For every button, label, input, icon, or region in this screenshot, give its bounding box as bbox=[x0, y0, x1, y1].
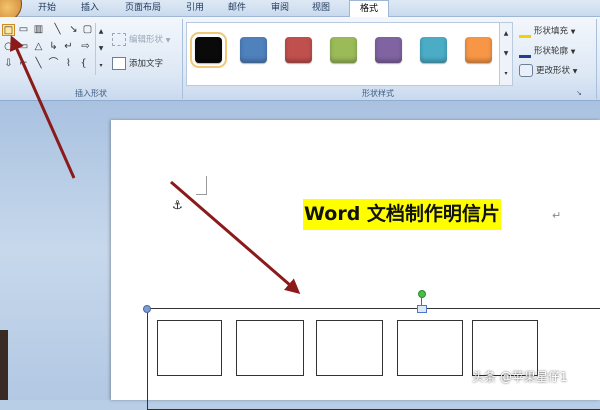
resize-handle-top[interactable] bbox=[417, 305, 427, 313]
style-swatch-orange[interactable] bbox=[465, 37, 492, 63]
ribbon-tab-bar: 开始 插入 页面布局 引用 邮件 审阅 视图 格式 bbox=[0, 0, 600, 22]
shape-arrow-line[interactable]: ↘ bbox=[67, 24, 80, 36]
shape-outline-button[interactable]: 形状轮廓 ▼ bbox=[519, 44, 575, 58]
shape-right-arrow[interactable]: ⇨ bbox=[79, 41, 92, 53]
anchor-icon: ⚓ bbox=[172, 198, 183, 212]
shape-line[interactable]: ╲ bbox=[51, 24, 64, 36]
change-shape-button[interactable]: 更改形状 ▼ bbox=[519, 64, 577, 78]
shape-oval[interactable]: ○ bbox=[2, 41, 15, 53]
document-title[interactable]: Word 文档制作明信片 bbox=[303, 199, 501, 230]
shape-fill-button[interactable]: 形状填充 ▼ bbox=[519, 24, 575, 38]
shape-styles-group-label: 形状样式 bbox=[362, 89, 394, 98]
tab-home[interactable]: 开始 bbox=[32, 0, 62, 16]
rotate-handle[interactable] bbox=[418, 290, 426, 298]
dialog-launcher-icon[interactable]: ↘ bbox=[576, 86, 582, 100]
style-swatch-green[interactable] bbox=[330, 37, 357, 63]
shape-elbow-arrow[interactable]: ↵ bbox=[62, 41, 75, 53]
paragraph-mark: ↵ bbox=[552, 209, 562, 222]
group-divider bbox=[182, 19, 183, 99]
chevron-down-icon: ▼ bbox=[572, 68, 578, 75]
gallery-more-icon[interactable]: ▾ bbox=[96, 57, 106, 74]
shape-rect-2[interactable]: ▢ bbox=[81, 24, 94, 36]
pen-icon bbox=[519, 44, 531, 58]
scroll-up-icon[interactable]: ▲ bbox=[500, 25, 512, 42]
style-swatch-purple[interactable] bbox=[375, 37, 402, 63]
ribbon: □ ▭ ▥ ╲ ↘ ▢ ○ ▭ △ ↳ ↵ ⇨ ⇩ ⌐ ╲ ⌒ ⌇ { ▲ ▼ … bbox=[0, 17, 600, 101]
shape-arc[interactable]: ⌒ bbox=[47, 58, 60, 70]
shape-bracket[interactable]: ⌐ bbox=[17, 58, 30, 70]
tab-references[interactable]: 引用 bbox=[180, 0, 210, 16]
shape-vertical-textbox[interactable]: ▥ bbox=[32, 24, 45, 36]
shape-down-arrow[interactable]: ⇩ bbox=[2, 58, 15, 70]
style-swatch-black[interactable] bbox=[190, 32, 227, 68]
tab-view[interactable]: 视图 bbox=[306, 0, 336, 16]
shape-textbox[interactable]: ▭ bbox=[17, 24, 30, 36]
style-swatch-aqua[interactable] bbox=[420, 37, 447, 63]
edit-shape-icon bbox=[112, 33, 126, 46]
chevron-down-icon: ▼ bbox=[165, 37, 171, 44]
postcard-box[interactable] bbox=[316, 320, 383, 376]
shape-styles-gallery bbox=[186, 22, 500, 86]
postcard-box[interactable] bbox=[236, 320, 304, 376]
paint-bucket-icon bbox=[519, 24, 531, 38]
scroll-down-icon[interactable]: ▼ bbox=[500, 45, 512, 62]
postcard-box[interactable] bbox=[157, 320, 222, 376]
shape-brace[interactable]: { bbox=[77, 58, 90, 70]
shape-rounded-rect[interactable]: ▭ bbox=[17, 41, 30, 53]
add-text-button[interactable]: 添加文字 bbox=[112, 57, 163, 71]
shape-triangle[interactable]: △ bbox=[32, 41, 45, 53]
style-swatch-blue[interactable] bbox=[240, 37, 267, 63]
shape-wave[interactable]: ⌇ bbox=[62, 58, 75, 70]
styles-gallery-scroll: ▲ ▼ ▾ bbox=[499, 22, 513, 86]
shape-rectangle[interactable]: □ bbox=[2, 24, 15, 36]
chevron-down-icon: ▼ bbox=[570, 48, 576, 56]
style-swatch-red[interactable] bbox=[285, 37, 312, 63]
gallery-more-icon[interactable]: ▾ bbox=[500, 65, 512, 82]
insert-shapes-group-label: 插入形状 bbox=[75, 89, 107, 98]
resize-handle-top-left[interactable] bbox=[143, 305, 151, 313]
scroll-up-icon[interactable]: ▲ bbox=[96, 23, 106, 40]
edit-shape-button[interactable]: 编辑形状 ▼ bbox=[112, 33, 170, 47]
postcard-box[interactable] bbox=[397, 320, 463, 376]
tab-insert[interactable]: 插入 bbox=[75, 0, 105, 16]
chevron-down-icon: ▼ bbox=[570, 28, 576, 36]
shape-diagonal[interactable]: ╲ bbox=[32, 58, 45, 70]
shapes-gallery[interactable]: □ ▭ ▥ ╲ ↘ ▢ ○ ▭ △ ↳ ↵ ⇨ ⇩ ⌐ ╲ ⌒ ⌇ { bbox=[1, 23, 93, 75]
tab-format[interactable]: 格式 bbox=[349, 0, 389, 17]
shapes-gallery-scroll: ▲ ▼ ▾ bbox=[95, 23, 106, 75]
group-divider bbox=[596, 19, 597, 99]
margin-corner-mark bbox=[196, 176, 207, 195]
change-shape-icon bbox=[519, 64, 533, 77]
watermark: 头条 @苹果星仔1 bbox=[472, 370, 568, 384]
scroll-down-icon[interactable]: ▼ bbox=[96, 40, 106, 57]
window-edge bbox=[0, 330, 8, 400]
tab-review[interactable]: 审阅 bbox=[265, 0, 295, 16]
tab-page-layout[interactable]: 页面布局 bbox=[119, 0, 167, 16]
shape-elbow-connector[interactable]: ↳ bbox=[47, 41, 60, 53]
add-text-icon bbox=[112, 57, 126, 70]
tab-mailings[interactable]: 邮件 bbox=[222, 0, 252, 16]
